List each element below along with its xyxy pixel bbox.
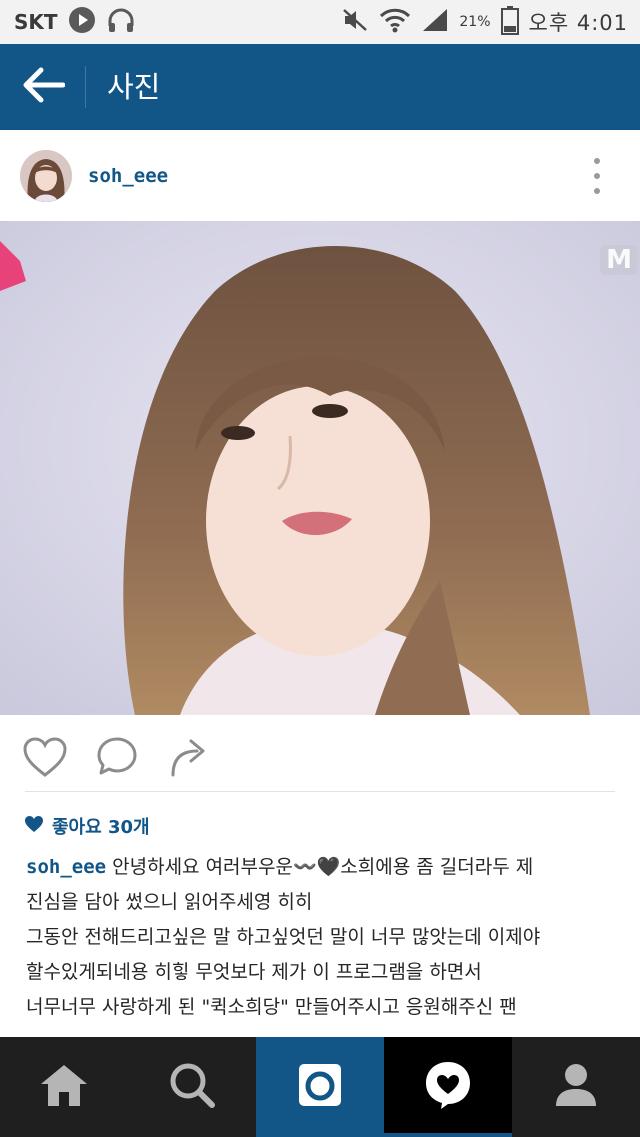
post-actions [0,716,640,792]
headphones-icon [106,6,136,38]
nav-home[interactable] [0,1037,128,1137]
share-arrow-icon[interactable] [166,734,212,780]
caption-line: 할수있게되네용 히힣 무엇보다 제가 이 프로그램을 하면서 [26,961,482,983]
heart-outline-icon[interactable] [22,734,68,780]
signal-icon [421,7,449,37]
wifi-icon [379,6,411,38]
post-header: soh_eee [0,130,640,220]
home-icon [38,1062,90,1112]
search-icon [168,1061,216,1113]
nav-activity[interactable] [384,1037,512,1137]
caption-line: 진심을 담아 썼으니 읽어주세영 히히 [26,891,313,913]
nav-search[interactable] [128,1037,256,1137]
likes-count[interactable]: 좋아요 30개 [24,810,150,842]
profile-icon [554,1062,598,1112]
watermark-logo: M [600,245,638,275]
camera-icon [297,1062,343,1112]
post-caption: soh_eee 안녕하세요 여러부우운〰️🖤소희에용 좀 길더라두 제 진심을 … [26,850,626,1025]
caption-username[interactable]: soh_eee [26,856,106,878]
caption-line: 그동안 전해드리고싶은 말 하고싶엇던 말이 너무 많앗는데 이제야 [26,926,541,948]
page-title: 사진 [107,70,161,104]
actions-divider [25,791,615,792]
nav-profile[interactable] [512,1037,640,1137]
arrow-left-icon [21,67,66,107]
play-icon [68,6,96,38]
battery-percent: 21% [459,14,491,30]
status-bar: SKT 21% 오후 4:01 [0,0,640,44]
more-vertical-icon[interactable] [582,158,612,194]
battery-icon [500,5,519,39]
back-button[interactable] [20,66,66,108]
app-header: 사진 [0,44,640,130]
carrier-label: SKT [14,10,58,34]
heart-filled-icon [24,815,44,838]
header-divider [85,66,86,108]
post-photo[interactable]: M [0,221,640,715]
avatar[interactable] [20,150,72,202]
mute-icon [341,7,369,37]
caption-line: 너무너무 사랑하게 된 "퀵소희당" 만들어주시고 응원해주신 팬 [26,996,517,1018]
post-username[interactable]: soh_eee [88,130,168,222]
comment-icon[interactable] [94,734,140,780]
activity-heart-icon [423,1060,473,1114]
bottom-navigation [0,1037,640,1137]
nav-camera[interactable] [256,1037,384,1137]
likes-label: 좋아요 30개 [52,817,150,838]
caption-line: soh_eee 안녕하세요 여러부우운〰️🖤소희에용 좀 길더라두 제 [26,850,626,885]
clock: 오후 4:01 [528,11,628,35]
caption-text: 안녕하세요 여러부우운〰️🖤소희에용 좀 길더라두 제 [112,856,534,878]
